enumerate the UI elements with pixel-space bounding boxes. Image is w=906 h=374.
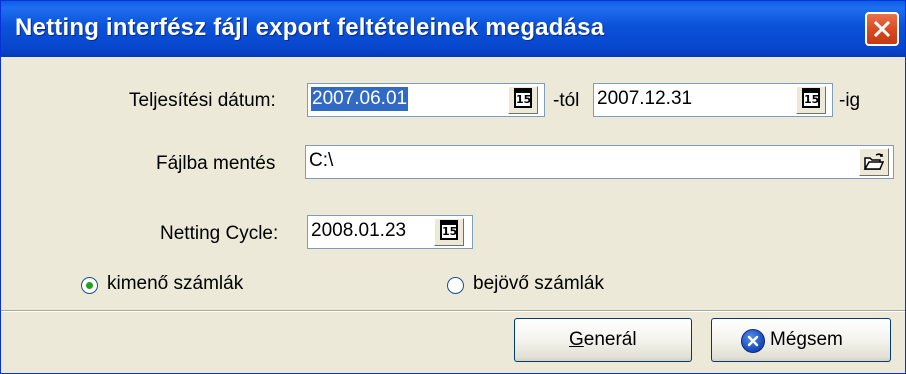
date-to-value: 2007.12.31 [597, 88, 693, 109]
file-save-label: Fájlba mentés [156, 153, 276, 174]
date-to-field[interactable]: 2007.12.31 15 [593, 83, 833, 117]
radio-outgoing-invoices[interactable]: kimenő számlák [81, 273, 301, 299]
netting-cycle-field[interactable]: 2008.01.23 15 [307, 215, 473, 249]
file-path-value: C:\ [309, 150, 334, 171]
open-folder-icon [863, 153, 885, 170]
date-from-calendar-button[interactable]: 15 [508, 86, 538, 114]
cancel-button[interactable]: Mégsem [711, 318, 891, 362]
file-path-field[interactable]: C:\ [305, 145, 894, 179]
close-button[interactable] [865, 12, 899, 46]
dialog-window: Netting interfész fájl export feltételei… [0, 0, 906, 374]
to-suffix-label: -ig [839, 90, 861, 111]
radio-outgoing-label: kimenő számlák [107, 273, 244, 294]
date-from-field[interactable]: 2007.06.01 15 [307, 83, 545, 117]
cancel-button-label: Mégsem [770, 329, 843, 350]
window-title: Netting interfész fájl export feltételei… [15, 14, 605, 41]
cancel-x-icon [741, 329, 765, 353]
footer-separator-highlight [1, 311, 905, 312]
radio-incoming-label: bejövő számlák [473, 273, 604, 294]
calendar-icon: 15 [514, 88, 532, 108]
netting-cycle-calendar-button[interactable]: 15 [434, 218, 464, 246]
radio-button-selected[interactable] [81, 277, 98, 294]
calendar-icon: 15 [440, 220, 458, 240]
radio-incoming-invoices[interactable]: bejövő számlák [447, 273, 667, 299]
date-to-calendar-button[interactable]: 15 [796, 86, 826, 114]
generate-button[interactable]: Generál [514, 318, 692, 362]
calendar-icon: 15 [802, 88, 820, 108]
browse-folder-button[interactable] [859, 148, 889, 176]
close-icon [873, 20, 891, 38]
date-range-label: Teljesítési dátum: [129, 90, 276, 111]
title-bar: Netting interfész fájl export feltételei… [1, 1, 905, 57]
generate-button-label: Generál [569, 329, 637, 350]
from-suffix-label: -tól [553, 90, 580, 111]
netting-cycle-label: Netting Cycle: [160, 223, 279, 244]
date-from-value: 2007.06.01 [311, 87, 409, 111]
radio-button-unselected[interactable] [447, 277, 464, 294]
netting-cycle-value: 2008.01.23 [311, 220, 407, 241]
